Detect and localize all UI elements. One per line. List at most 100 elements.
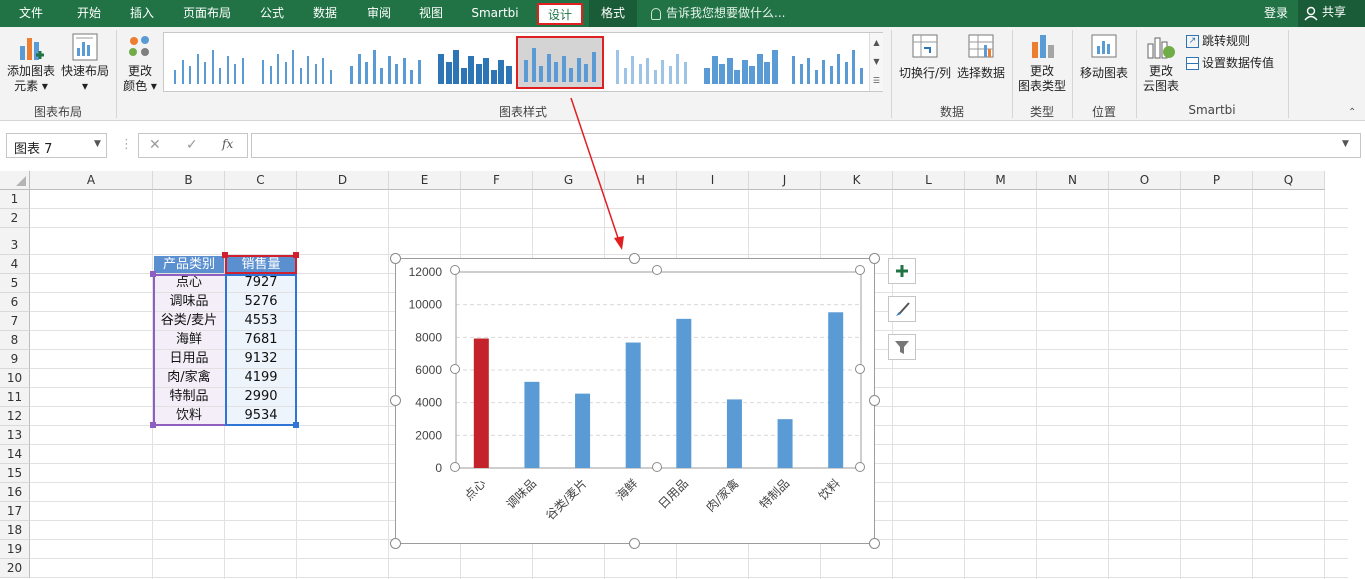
tell-me-box[interactable]: 告诉我您想要做什么...	[651, 0, 785, 27]
column-header-d[interactable]: D	[297, 171, 389, 190]
change-chart-type-button[interactable]: 更改 图表类型	[1014, 32, 1070, 96]
plot-area-handle[interactable]	[450, 364, 460, 374]
cancel-icon[interactable]: ✕	[149, 137, 161, 153]
chevron-down-icon[interactable]: ▼	[870, 52, 883, 71]
row-header-16[interactable]: 16	[0, 483, 30, 502]
select-data-button[interactable]: 选择数据	[954, 32, 1008, 92]
plot-area-handle[interactable]	[855, 364, 865, 374]
chevron-down-icon[interactable]: ▼	[94, 139, 101, 149]
column-header-b[interactable]: B	[153, 171, 225, 190]
row-header-18[interactable]: 18	[0, 521, 30, 540]
column-header-p[interactable]: P	[1181, 171, 1253, 190]
row-header-6[interactable]: 6	[0, 293, 30, 312]
resize-handle[interactable]	[869, 538, 880, 549]
tab-review[interactable]: 审阅	[356, 0, 402, 27]
bar-7[interactable]	[828, 312, 844, 468]
range-handle[interactable]	[293, 422, 299, 428]
range-handle[interactable]	[293, 252, 299, 258]
chart-style-7[interactable]	[698, 36, 781, 89]
plot-area-handle[interactable]	[855, 265, 865, 275]
chart-elements-button[interactable]	[888, 258, 916, 284]
tab-design[interactable]: 设计	[537, 3, 583, 25]
column-header-f[interactable]: F	[461, 171, 533, 190]
tab-home[interactable]: 开始	[64, 0, 114, 27]
resize-handle[interactable]	[390, 538, 401, 549]
column-header-o[interactable]: O	[1109, 171, 1181, 190]
row-header-3[interactable]: 3	[0, 228, 30, 255]
column-header-i[interactable]: I	[677, 171, 749, 190]
chart-style-8[interactable]	[786, 36, 869, 89]
enter-icon[interactable]: ✓	[186, 137, 198, 153]
range-handle[interactable]	[222, 252, 228, 258]
plot-area-handle[interactable]	[855, 462, 865, 472]
tab-formulas[interactable]: 公式	[248, 0, 296, 27]
column-header-m[interactable]: M	[965, 171, 1037, 190]
plot-area-handle[interactable]	[450, 265, 460, 275]
column-header-q[interactable]: Q	[1253, 171, 1325, 190]
bar-5[interactable]	[726, 399, 742, 468]
add-chart-element-button[interactable]: 添加图表 元素 ▾	[4, 32, 58, 96]
tab-format[interactable]: 格式	[589, 0, 637, 27]
formula-input[interactable]: ▼	[251, 133, 1361, 158]
chart-style-2[interactable]	[256, 36, 339, 89]
column-header-e[interactable]: E	[389, 171, 461, 190]
login-link[interactable]: 登录	[1258, 0, 1294, 27]
bar-2[interactable]	[575, 393, 591, 468]
change-cloud-chart-button[interactable]: 更改 云图表	[1140, 32, 1182, 96]
plot-area-handle[interactable]	[652, 462, 662, 472]
row-header-8[interactable]: 8	[0, 331, 30, 350]
chart-style-4[interactable]	[432, 36, 515, 89]
row-header-1[interactable]: 1	[0, 190, 30, 209]
row-header-7[interactable]: 7	[0, 312, 30, 331]
row-header-12[interactable]: 12	[0, 407, 30, 426]
tab-page-layout[interactable]: 页面布局	[174, 0, 240, 27]
tab-smartbi[interactable]: Smartbi	[464, 0, 526, 27]
range-handle[interactable]	[150, 271, 156, 277]
range-handle[interactable]	[150, 422, 156, 428]
function-icon[interactable]: fx	[222, 137, 233, 151]
chart-style-5-selected[interactable]	[516, 36, 604, 89]
row-header-15[interactable]: 15	[0, 464, 30, 483]
table-header-category[interactable]: 产品类别	[154, 256, 224, 273]
bar-4[interactable]	[676, 318, 692, 468]
row-header-9[interactable]: 9	[0, 350, 30, 369]
tab-file[interactable]: 文件	[8, 0, 54, 27]
row-header-19[interactable]: 19	[0, 540, 30, 559]
row-header-5[interactable]: 5	[0, 274, 30, 293]
bar-3[interactable]	[625, 342, 641, 468]
share-button[interactable]: 共享	[1298, 0, 1365, 27]
row-header-17[interactable]: 17	[0, 502, 30, 521]
column-header-g[interactable]: G	[533, 171, 605, 190]
chart-filters-button[interactable]	[888, 334, 916, 360]
resize-handle[interactable]	[869, 395, 880, 406]
row-header-2[interactable]: 2	[0, 209, 30, 228]
row-header-20[interactable]: 20	[0, 559, 30, 578]
column-header-c[interactable]: C	[225, 171, 297, 190]
tab-insert[interactable]: 插入	[118, 0, 166, 27]
chart-styles-button[interactable]	[888, 296, 916, 322]
chart-style-1[interactable]	[168, 36, 251, 89]
resize-handle[interactable]	[869, 253, 880, 264]
jump-rule-button[interactable]: ↗ 跳转规则	[1186, 34, 1250, 52]
resize-handle[interactable]	[629, 253, 640, 264]
select-all-corner[interactable]	[0, 171, 30, 190]
column-header-a[interactable]: A	[30, 171, 153, 190]
gallery-scroll[interactable]: ▲ ▼ ☰	[869, 33, 883, 91]
resize-handle[interactable]	[390, 395, 401, 406]
name-box[interactable]: 图表 7 ▼	[6, 133, 107, 158]
column-header-j[interactable]: J	[749, 171, 821, 190]
move-chart-button[interactable]: 移动图表	[1076, 32, 1132, 92]
bar-0[interactable]	[473, 338, 489, 468]
row-header-4[interactable]: 4	[0, 255, 30, 274]
row-header-10[interactable]: 10	[0, 369, 30, 388]
column-header-n[interactable]: N	[1037, 171, 1109, 190]
change-colors-button[interactable]: 更改 颜色 ▾	[120, 32, 160, 96]
quick-layout-button[interactable]: 快速布局 ▾	[60, 32, 110, 96]
resize-handle[interactable]	[390, 253, 401, 264]
row-header-14[interactable]: 14	[0, 445, 30, 464]
row-header-11[interactable]: 11	[0, 388, 30, 407]
more-icon[interactable]: ☰	[870, 71, 883, 90]
chevron-down-icon[interactable]: ▼	[1342, 139, 1349, 149]
switch-row-column-button[interactable]: 切换行/列	[896, 32, 954, 92]
bar-6[interactable]	[777, 419, 793, 468]
